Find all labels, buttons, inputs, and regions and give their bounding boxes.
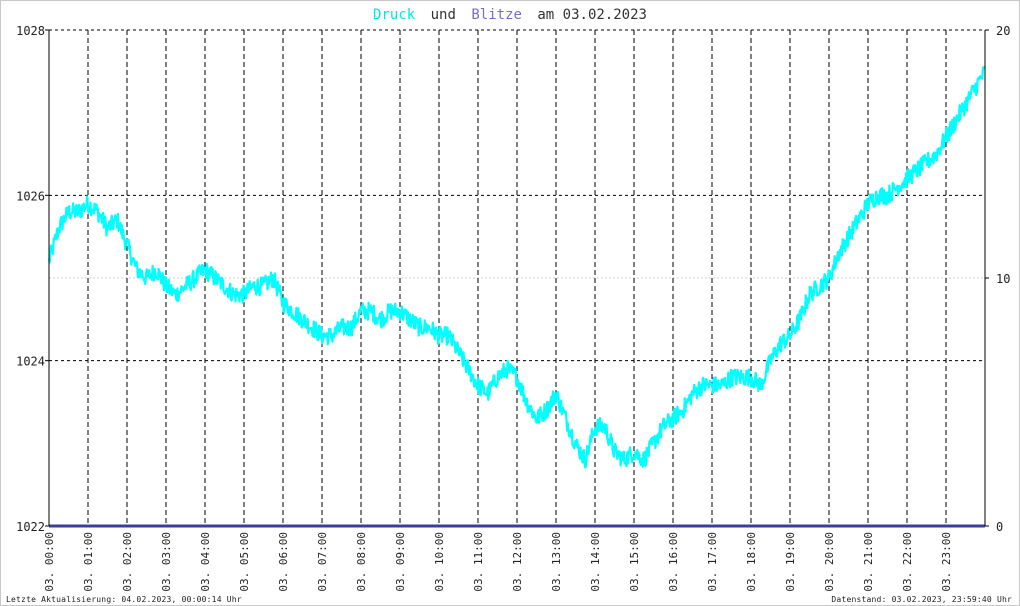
x-tick-label: 03. 12:00: [511, 532, 524, 592]
x-tick-label: 03. 04:00: [199, 532, 212, 592]
x-tick-label: 03. 11:00: [472, 532, 485, 592]
x-tick-label: 03. 10:00: [433, 532, 446, 592]
y-right-tick-label: 10: [996, 272, 1010, 286]
x-tick-label: 03. 15:00: [628, 532, 641, 592]
data-status-text: Datenstand: 03.02.2023, 23:59:40 Uhr: [831, 595, 1012, 604]
x-tick-label: 03. 21:00: [862, 532, 875, 592]
x-tick-label: 03. 09:00: [394, 532, 407, 592]
y-left-tick-label: 1028: [16, 24, 45, 38]
pressure-lightning-chart: 1022 1024 1026 1028 0 10 20 03. 00:00 03. 01:00 0…: [16, 7, 1010, 592]
x-tick-label: 03. 08:00: [355, 532, 368, 592]
x-tick-label: 03. 13:00: [550, 532, 563, 592]
x-tick-label: 03. 19:00: [784, 532, 797, 592]
y-left-tick-label: 1026: [16, 189, 45, 203]
x-tick-label: 03. 01:00: [82, 532, 95, 592]
x-tick-label: 03. 18:00: [745, 532, 758, 592]
y-left-tick-label: 1024: [16, 355, 45, 369]
y-right-tick-label: 0: [996, 520, 1003, 534]
y-right-tick-label: 20: [996, 24, 1010, 38]
x-tick-label: 03. 16:00: [667, 532, 680, 592]
x-tick-label: 03. 06:00: [277, 532, 290, 592]
x-tick-label: 03. 17:00: [706, 532, 719, 592]
chart-title: Druck und Blitze am 03.02.2023: [373, 7, 647, 23]
x-tick-label: 03. 23:00: [940, 532, 953, 592]
title-druck: Druck: [373, 7, 416, 23]
title-und: und: [431, 7, 456, 23]
y-left-tick-label: 1022: [16, 520, 45, 534]
x-tick-label: 03. 00:00: [43, 532, 56, 592]
x-tick-label: 03. 20:00: [823, 532, 836, 592]
x-tick-label: 03. 05:00: [238, 532, 251, 592]
x-tick-label: 03. 22:00: [901, 532, 914, 592]
x-tick-label: 03. 14:00: [589, 532, 602, 592]
title-blitze: Blitze: [471, 7, 522, 23]
x-tick-label: 03. 07:00: [316, 532, 329, 592]
title-date: am 03.02.2023: [537, 7, 647, 23]
x-tick-label: 03. 02:00: [121, 532, 134, 592]
last-update-text: Letzte Aktualisierung: 04.02.2023, 00:00…: [6, 595, 242, 604]
axis-layer: 1022 1024 1026 1028 0 10 20 03. 00:00 03. 01:00 0…: [16, 24, 1010, 592]
x-tick-label: 03. 03:00: [160, 532, 173, 592]
